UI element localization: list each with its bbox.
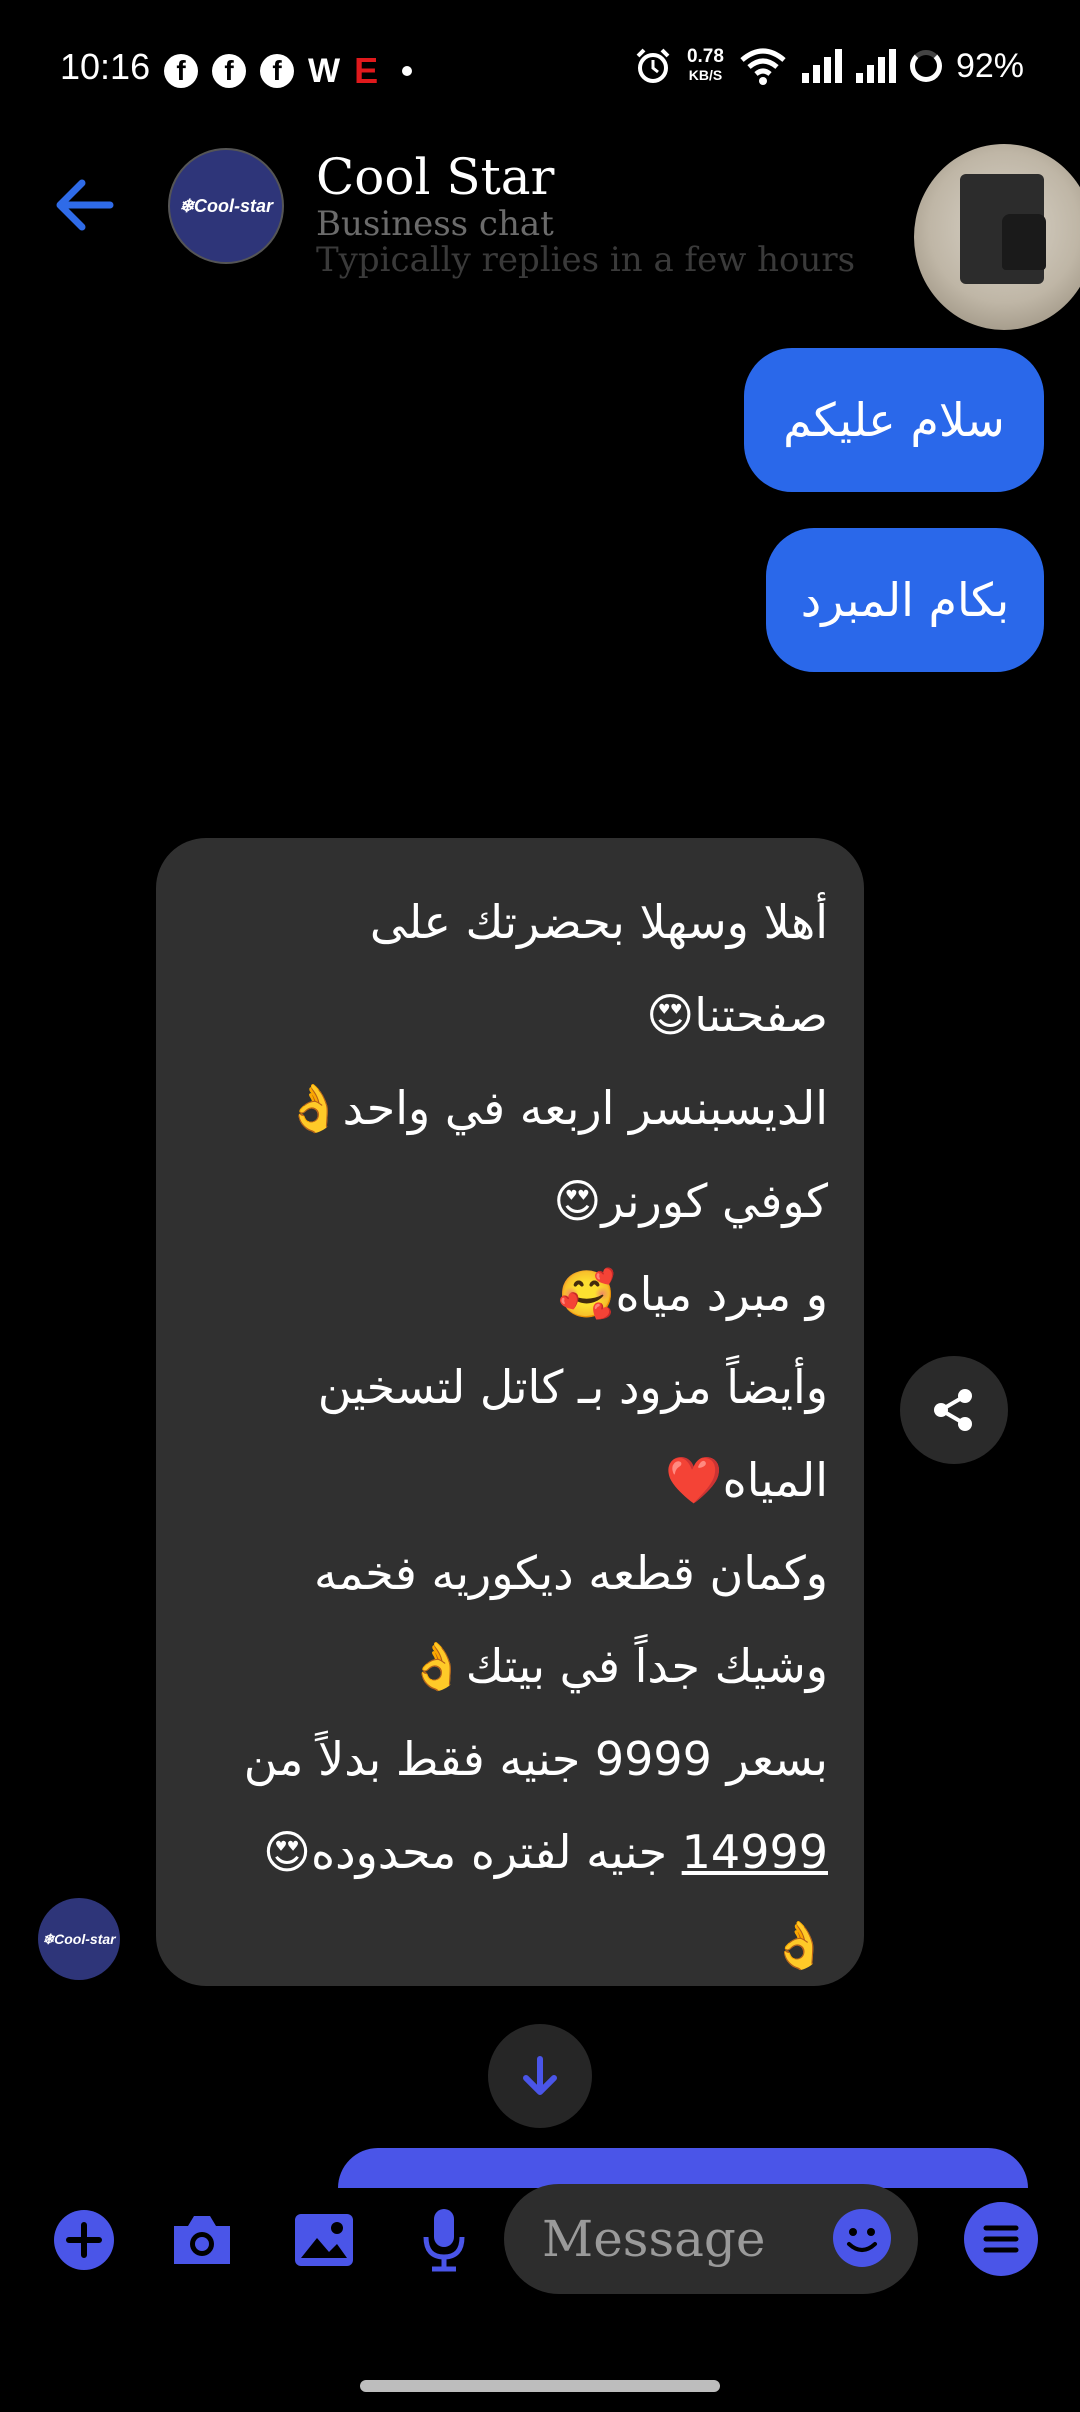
speed-value: 0.78 [686,46,724,67]
received-message[interactable]: أهلا وسهلا بحضرتك على صفحتنا😍 الديسبنسر … [156,838,864,1986]
add-button[interactable] [48,2204,120,2276]
message-input[interactable] [540,2198,834,2280]
status-right: 0.78 KB/S 92% [633,46,1024,86]
avatar-label: ❄Cool-star [178,195,274,216]
menu-icon [983,2225,1019,2253]
speed-unit: KB/S [688,67,723,83]
sent-message[interactable]: بكام المبرد [766,528,1044,672]
home-indicator[interactable] [360,2380,720,2392]
message-line: أهلا وسهلا بحضرتك على [369,895,828,949]
sent-message[interactable]: سلام عليكم [744,348,1044,492]
message-line: صفحتنا😍 [646,988,828,1042]
message-field[interactable] [504,2184,918,2294]
old-price: 14999 [681,1825,828,1879]
alarm-icon [636,48,670,83]
product-thumbnail[interactable] [914,144,1080,330]
w-icon: W [308,51,341,90]
notification-icons: f f f W E [164,50,413,92]
camera-button[interactable] [166,2204,238,2276]
chat-title[interactable]: Cool Star [316,148,554,206]
plus-icon [54,2210,114,2270]
scroll-to-bottom-button[interactable] [488,2024,592,2128]
reply-time-text: Typically replies in a few hours [316,240,856,280]
microphone-icon [423,2209,465,2272]
menu-button[interactable] [964,2202,1038,2276]
wifi-icon [740,48,786,85]
facebook-icon: f [212,54,246,88]
share-icon [934,1389,972,1431]
back-arrow-icon[interactable] [50,170,120,240]
mic-button[interactable] [408,2204,480,2276]
message-line: بسعر 9999 جنيه فقط بدلاً من [243,1732,828,1786]
message-line: و مبرد مياه🥰 [558,1267,828,1321]
battery-icon [909,50,942,82]
message-line: وشيك جداً في بيتك👌 [408,1639,828,1693]
arrow-down-icon [523,2056,557,2095]
dot-icon [402,66,413,76]
share-button[interactable] [900,1356,1008,1464]
signal-icon-2 [855,49,896,83]
battery-percent: 92% [955,46,1024,85]
message-line: الديسبنسر اربعه في واحد👌 [285,1081,828,1135]
chat-subtitle: Business chat [316,204,554,244]
facebook-icon: f [164,54,198,88]
message-line: كوفي كورنر😍 [553,1174,828,1228]
message-line: وكمان قطعه ديكوريه فخمه [313,1546,828,1600]
status-bar: 10:16 f f f W E 0.78 KB/S 92% [0,0,1080,140]
message-line-price: 14999 جنيه لفتره محدوده😍 [188,1806,828,1899]
facebook-icon: f [260,54,294,88]
camera-icon [174,2216,230,2264]
message-line: 👌 [770,1918,828,1972]
message-line: جنيه لفتره محدوده😍 [263,1825,668,1879]
network-speed: 0.78 KB/S [686,46,724,84]
page-avatar[interactable]: ❄Cool-star [168,148,284,264]
e-icon: E [354,50,379,91]
message-line: وأيضاً مزود بـ كاتل لتسخين [317,1360,828,1414]
gallery-button[interactable] [288,2204,360,2276]
signal-icon [801,49,842,83]
emoji-icon[interactable] [832,2208,892,2268]
sender-avatar[interactable]: ❄Cool-star [38,1898,120,1980]
status-time: 10:16 [60,46,151,87]
sender-avatar-label: ❄Cool-star [42,1930,116,1947]
message-line: المياه❤️ [665,1453,828,1507]
image-icon [295,2214,353,2266]
next-message-peek [338,2148,1028,2188]
